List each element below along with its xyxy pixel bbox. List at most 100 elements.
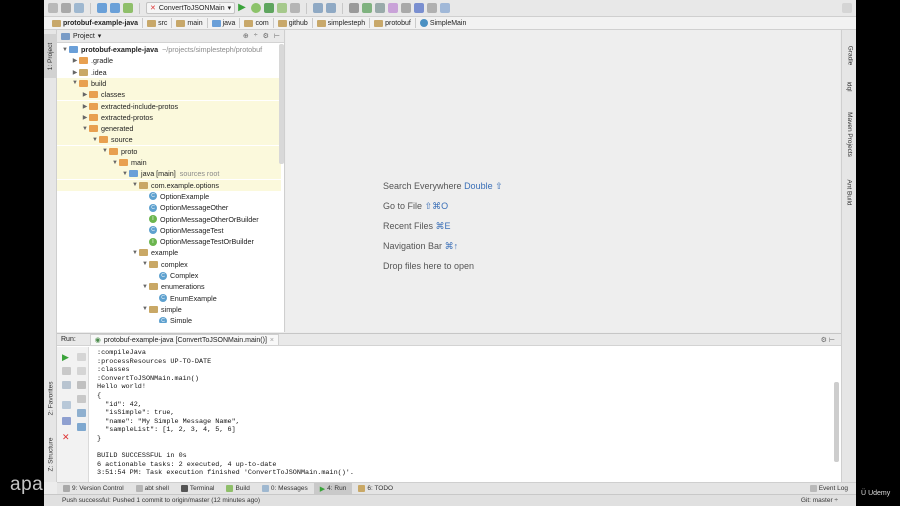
tree-item[interactable]: I OptionMessageOtherOrBuilder <box>57 214 281 225</box>
print-icon[interactable] <box>77 409 86 417</box>
breadcrumb-item[interactable]: SimpleMain <box>416 18 471 28</box>
tree-item[interactable]: ▼ generated <box>57 123 281 135</box>
idql-tool-tab[interactable]: idql <box>842 74 856 98</box>
toggle-tree-icon[interactable] <box>62 381 71 389</box>
tree-item[interactable]: ▶ classes <box>57 89 281 101</box>
structure-icon[interactable] <box>427 3 438 13</box>
tool-abt-shell[interactable]: abt shell <box>130 483 175 494</box>
project-panel-title[interactable]: Project <box>73 33 95 40</box>
status-message[interactable]: Push successful: Pushed 1 commit to orig… <box>62 497 260 504</box>
breadcrumb-item[interactable]: simplesteph <box>313 18 371 28</box>
chevron-down-icon[interactable]: ▼ <box>131 182 139 188</box>
tree-item[interactable]: ▼ source <box>57 134 281 146</box>
vcs-commit-icon[interactable] <box>326 3 337 13</box>
gear-icon[interactable]: ⚙ ⊢ <box>821 336 835 344</box>
undo-icon[interactable] <box>414 3 425 13</box>
debug-icon[interactable] <box>251 3 262 13</box>
settings-icon[interactable] <box>401 3 412 13</box>
stop-icon[interactable] <box>290 3 301 13</box>
back-icon[interactable] <box>97 3 107 13</box>
chevron-right-icon[interactable]: ▶ <box>71 57 79 64</box>
ant-tool-tab[interactable]: Ant Build <box>842 172 856 212</box>
tool-terminal[interactable]: Terminal <box>175 483 221 494</box>
console-output[interactable]: :compileJava:processResources UP-TO-DATE… <box>97 349 833 481</box>
stop-icon[interactable] <box>62 367 71 375</box>
tree-item[interactable]: C EnumExample <box>57 293 281 304</box>
git-icon[interactable] <box>388 3 399 13</box>
breadcrumb-item[interactable]: protobuf <box>370 18 416 28</box>
tree-item[interactable]: C Simple <box>57 315 281 323</box>
tree-item[interactable]: C OptionMessageOther <box>57 202 281 213</box>
save-icon[interactable] <box>61 3 71 13</box>
chevron-right-icon[interactable]: ▶ <box>81 114 89 121</box>
breadcrumb-item[interactable]: main <box>172 18 208 28</box>
collapse-icon[interactable]: ÷ <box>254 32 258 40</box>
tree-item[interactable]: ▼ enumerations <box>57 281 281 292</box>
chevron-down-icon[interactable]: ▾ <box>98 32 102 40</box>
project-tool-tab[interactable]: 1: Project <box>44 34 57 78</box>
tree-item[interactable]: ▼ complex <box>57 259 281 270</box>
tree-item[interactable]: ▼ protobuf-example-java ~/projects/simples… <box>57 44 281 55</box>
breadcrumb-item[interactable]: com <box>240 18 274 28</box>
run-tab[interactable]: ◉ protobuf-example-java [ConvertToJSONMa… <box>89 334 280 345</box>
forward-icon[interactable] <box>110 3 120 13</box>
down-icon[interactable] <box>77 367 86 375</box>
chevron-down-icon[interactable]: ▼ <box>141 306 149 312</box>
favorites-tool-tab[interactable]: 2: Favorites <box>44 374 57 422</box>
sync-icon[interactable] <box>74 3 84 13</box>
search-icon[interactable] <box>842 3 852 13</box>
run-configuration-select[interactable]: ✕ ConvertToJSONMain ▾ <box>146 2 236 14</box>
tree-item[interactable]: ▶ .idea <box>57 67 281 78</box>
tool-run[interactable]: ▶ 4: Run <box>313 483 353 494</box>
tree-item[interactable]: ▼ example <box>57 247 281 258</box>
chevron-down-icon[interactable]: ▼ <box>81 126 89 132</box>
gradle-tool-tab[interactable]: Gradle <box>842 40 856 70</box>
chevron-down-icon[interactable]: ▼ <box>141 284 149 290</box>
tree-item[interactable]: C OptionMessageTest <box>57 225 281 236</box>
tools-icon[interactable] <box>349 3 360 13</box>
chevron-down-icon[interactable]: ▼ <box>61 47 69 53</box>
coverage-icon[interactable] <box>264 3 275 13</box>
tree-item[interactable]: ▼ java [main] sources root <box>57 168 281 180</box>
trash-icon[interactable] <box>77 423 86 431</box>
tool-messages[interactable]: 0: Messages <box>256 483 314 494</box>
tree-item[interactable]: C OptionExample <box>57 191 281 202</box>
build-icon[interactable] <box>123 3 133 13</box>
chevron-down-icon[interactable]: ▼ <box>101 148 109 154</box>
tree-item[interactable]: C Complex <box>57 270 281 281</box>
pin-icon[interactable] <box>62 417 71 425</box>
vcs-update-icon[interactable] <box>313 3 324 13</box>
chevron-down-icon[interactable]: ▼ <box>91 137 99 143</box>
project-scrollbar[interactable] <box>279 44 284 164</box>
chevron-right-icon[interactable]: ▶ <box>81 103 89 110</box>
tool-event-log[interactable]: Event Log <box>804 483 854 494</box>
run-icon[interactable]: ▶ <box>238 3 248 13</box>
tree-item[interactable]: ▼ main <box>57 157 281 168</box>
tree-item[interactable]: ▼ proto <box>57 145 281 157</box>
tree-item[interactable]: ▼ build <box>57 77 281 89</box>
tree-item[interactable]: ▶ .gradle <box>57 55 281 66</box>
profile-icon[interactable] <box>277 3 288 13</box>
tree-item[interactable]: I OptionMessageTestOrBuilder <box>57 236 281 247</box>
gear-icon[interactable]: ⚙ <box>263 32 269 40</box>
maven-tool-tab[interactable]: Maven Projects <box>842 104 856 164</box>
chevron-down-icon[interactable]: ▼ <box>121 171 129 177</box>
editor-area[interactable]: Search Everywhere Double ⇧ Go to File ⇧⌘… <box>286 30 840 332</box>
sdk-icon[interactable] <box>440 3 451 13</box>
structure-tool-tab[interactable]: Z: Structure <box>44 430 57 478</box>
history-icon[interactable] <box>375 3 386 13</box>
branch-icon[interactable] <box>362 3 373 13</box>
close-icon[interactable]: ✕ <box>62 433 71 442</box>
chevron-down-icon[interactable]: ▼ <box>71 80 79 86</box>
tool-todo[interactable]: 6: TODO <box>352 483 399 494</box>
breadcrumb-item[interactable]: src <box>143 18 173 28</box>
restore-icon[interactable] <box>77 395 86 403</box>
hide-icon[interactable]: ⊢ <box>274 32 280 40</box>
tree-item[interactable]: ▼ com.example.options <box>57 179 281 191</box>
soft-wrap-icon[interactable] <box>77 381 86 389</box>
scroll-end-icon[interactable] <box>62 401 71 409</box>
up-icon[interactable] <box>77 353 86 361</box>
tool-version-control[interactable]: 9: Version Control <box>57 483 130 494</box>
open-icon[interactable] <box>48 3 58 13</box>
tool-build[interactable]: Build <box>220 483 255 494</box>
